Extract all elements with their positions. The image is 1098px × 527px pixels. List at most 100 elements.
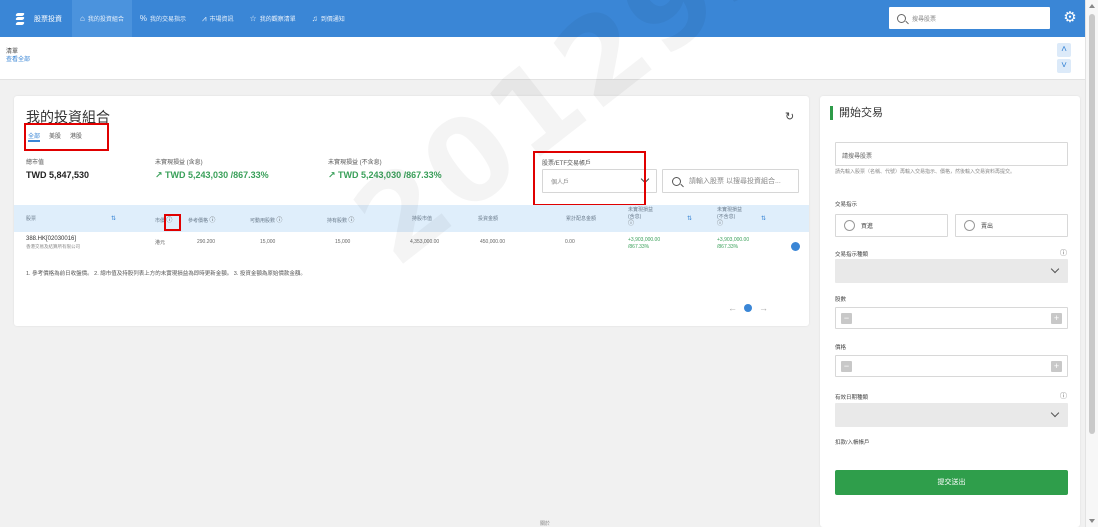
highlight-box-info	[164, 214, 181, 231]
nav-item-portfolio[interactable]: ⌂ 我的投資組合	[72, 0, 132, 37]
chevron-down-icon	[1050, 408, 1060, 418]
nav-item-watchlist[interactable]: ☆ 我的觀察清單	[242, 0, 304, 37]
portfolio-search-placeholder: 請輸入股票 以搜尋投資組合...	[689, 178, 781, 185]
footer-mark: 關於	[540, 521, 551, 527]
cell-dividend: 0.00	[565, 239, 575, 245]
cell-pnl-excl-pct: /867.33%	[717, 244, 739, 250]
minus-icon[interactable]: −	[841, 361, 852, 372]
watchlist-scroll-controls: ˄ ˅	[1057, 43, 1071, 75]
order-type-label: 交易指示種類	[835, 252, 869, 258]
column-pnl-excl: 未實現損益(不含息) ⓘ	[717, 207, 743, 228]
brand[interactable]: 股票投資	[14, 12, 62, 26]
unrealized-excl-summary: 未實現損益 (不含息) ↗ TWD 5,243,030 /867.33%	[328, 157, 442, 181]
watchlist-view-all-link[interactable]: 查看全部	[6, 54, 30, 63]
star-icon: ☆	[249, 14, 257, 23]
scroll-up-arrow-icon[interactable]	[1089, 4, 1095, 8]
cell-pnl-incl: +3,903,000.00/867.33%	[628, 237, 660, 251]
column-holding-label: 持有股數	[327, 218, 348, 224]
sell-label: 賣出	[981, 224, 994, 230]
next-page-arrow-icon[interactable]: →	[759, 303, 768, 313]
cell-holding: 15,000	[335, 239, 351, 245]
portfolio-card: 我的投資組合 ↻ 全部 美股 港股 總市值 TWD 5,847,530 未實現損…	[14, 96, 809, 326]
trade-stock-search-input[interactable]: 請搜尋股票	[835, 142, 1068, 166]
holdings-table-header: 股票 ⇅ 市價 ⓘ 參考價格 ⓘ 可動用股數 ⓘ 持有股數 ⓘ 持股市值 投資金…	[14, 205, 809, 232]
bell-icon: ♫	[311, 14, 318, 23]
cell-pnl-excl-amount: +3,903,000.00	[717, 237, 750, 243]
column-available[interactable]: 可動用股數 ⓘ	[250, 215, 282, 224]
column-investment: 投資金額	[478, 216, 499, 222]
nav-item-price-alert[interactable]: ♫ 到價通知	[304, 0, 353, 37]
sort-icon[interactable]: ⇅	[761, 215, 766, 222]
main-nav: ⌂ 我的投資組合 % 我的交易指示 ⩘ 市場資訊 ☆ 我的觀察清單 ♫ 到價通知	[72, 0, 353, 37]
plus-icon[interactable]: +	[1051, 313, 1062, 324]
chevron-up-icon[interactable]: ˄	[1057, 43, 1071, 57]
nav-item-orders[interactable]: % 我的交易指示	[132, 0, 194, 37]
page-scrollbar[interactable]	[1085, 0, 1098, 527]
trade-hint: 請先輸入股票（名稱、代號）再輸入交易指示、價格，然後輸入交易資料再提交。	[835, 169, 1016, 175]
info-icon[interactable]: ⓘ	[717, 221, 723, 228]
scroll-down-arrow-icon[interactable]	[1089, 519, 1095, 523]
stock-name[interactable]: 388.HK[02030016] 香港交易及結算所有限公司	[26, 236, 80, 250]
column-avg-cost[interactable]: 參考價格 ⓘ	[188, 215, 215, 224]
cell-avg-cost: 290.200	[197, 239, 216, 245]
shares-stepper[interactable]: − +	[835, 307, 1068, 329]
home-icon: ⌂	[80, 14, 85, 23]
column-available-label: 可動用股數	[250, 218, 276, 224]
highlight-box-tabs	[24, 123, 109, 151]
plus-icon[interactable]: +	[1051, 361, 1062, 372]
minus-icon[interactable]: −	[841, 313, 852, 324]
submit-order-button[interactable]: 提交送出	[835, 470, 1068, 495]
unrealized-excl-text: TWD 5,243,030 /867.33%	[338, 170, 442, 180]
column-avg-cost-label: 參考價格	[188, 218, 209, 224]
column-pnl-incl-label: 未實現損益(含息)	[628, 207, 654, 220]
settings-gear-icon[interactable]: ⚙	[1061, 9, 1079, 27]
info-icon[interactable]: ⓘ	[348, 215, 354, 224]
validity-label: 有效日期種類	[835, 395, 869, 401]
buy-radio[interactable]: 買進	[835, 214, 948, 237]
brand-label: 股票投資	[34, 15, 62, 23]
unrealized-incl-summary: 未實現損益 (含息) ↗ TWD 5,243,030 /867.33%	[155, 157, 269, 181]
watchlist-strip: 清單 查看全部 ˄ ˅	[0, 37, 1085, 80]
nav-item-label: 市場資訊	[209, 17, 234, 23]
market-value: TWD 5,847,530	[26, 170, 90, 180]
portfolio-notes: 1. 參考價格為前日收盤價。 2. 總市值及持股列表上方的未實現損益為即時更新金…	[26, 271, 306, 277]
prev-page-arrow-icon[interactable]: ←	[728, 303, 737, 313]
info-icon[interactable]: ⓘ	[276, 215, 282, 224]
portfolio-search-input[interactable]: 請輸入股票 以搜尋投資組合...	[662, 169, 799, 193]
info-icon[interactable]: ⓘ	[209, 215, 215, 224]
chevron-down-icon[interactable]: ˅	[1057, 59, 1071, 73]
info-icon[interactable]: ⓘ	[628, 221, 634, 228]
column-holding[interactable]: 持有股數 ⓘ	[327, 215, 354, 224]
cell-available: 15,000	[260, 239, 276, 245]
cell-pnl-excl: +3,903,000.00/867.33%	[717, 237, 749, 251]
buy-label: 買進	[861, 224, 874, 230]
cell-price: 港元	[155, 240, 166, 246]
order-type-select[interactable]	[835, 259, 1068, 283]
column-dividend: 累計配息金額	[566, 216, 597, 222]
stock-search-input[interactable]: 搜尋股票	[889, 7, 1050, 29]
validity-select[interactable]	[835, 403, 1068, 427]
radio-circle-icon	[964, 220, 975, 231]
row-action-button[interactable]	[791, 242, 800, 251]
search-placeholder: 搜尋股票	[912, 16, 937, 23]
pagination: ← →	[728, 303, 768, 313]
nav-item-label: 我的觀察清單	[259, 17, 296, 23]
page-indicator[interactable]	[744, 304, 752, 312]
unrealized-excl-value: ↗ TWD 5,243,030 /867.33%	[328, 170, 442, 180]
sort-icon[interactable]: ⇅	[687, 215, 692, 222]
unrealized-incl-text: TWD 5,243,030 /867.33%	[165, 170, 269, 180]
sort-icon[interactable]: ⇅	[111, 215, 116, 222]
bank-logo-icon	[14, 12, 26, 26]
sell-radio[interactable]: 賣出	[955, 214, 1068, 237]
market-value-label: 總市值	[26, 160, 45, 166]
scrollbar-thumb[interactable]	[1089, 14, 1095, 434]
info-icon[interactable]: ⓘ	[1060, 391, 1067, 401]
search-icon	[897, 13, 906, 23]
nav-item-market-info[interactable]: ⩘ 市場資訊	[194, 0, 242, 37]
price-stepper[interactable]: − +	[835, 355, 1068, 377]
column-stock[interactable]: 股票	[26, 215, 36, 222]
info-icon[interactable]: ⓘ	[1060, 248, 1067, 258]
top-navigation-bar: 股票投資 ⌂ 我的投資組合 % 我的交易指示 ⩘ 市場資訊 ☆ 我的觀察清單 ♫…	[0, 0, 1085, 37]
radio-circle-icon	[844, 220, 855, 231]
refresh-icon[interactable]: ↻	[785, 110, 794, 123]
